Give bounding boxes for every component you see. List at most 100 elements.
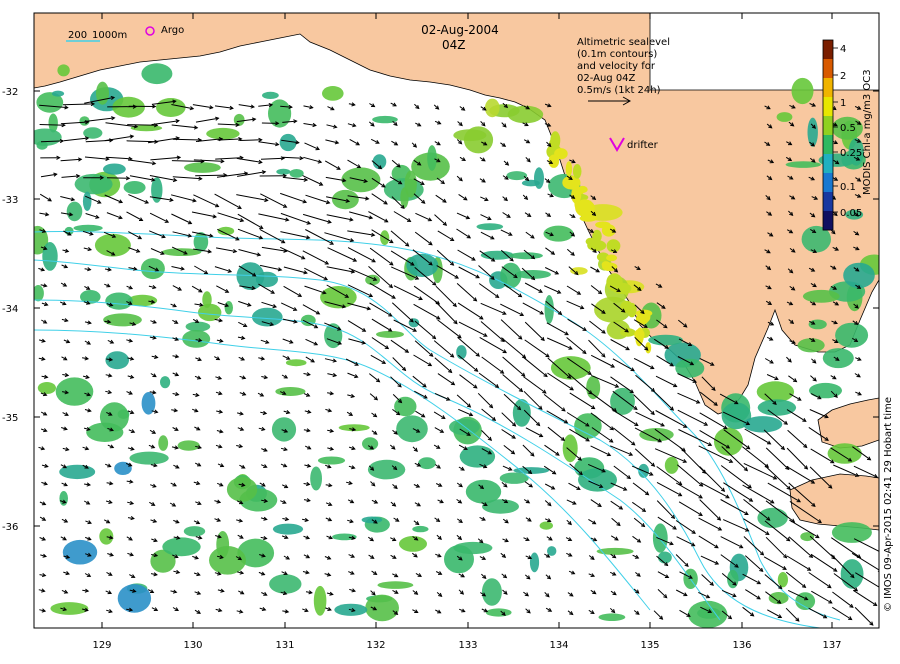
lon-tick-label: 133 xyxy=(458,640,477,651)
chl-patch xyxy=(63,540,97,565)
chl-patch xyxy=(412,526,428,532)
chl-patch xyxy=(823,348,854,368)
chl-patch xyxy=(602,261,611,268)
chl-patch xyxy=(141,63,172,84)
chl-patch xyxy=(75,174,113,194)
chl-patch xyxy=(549,155,560,168)
chl-patch xyxy=(184,526,205,536)
chl-patch xyxy=(314,586,327,616)
chl-patch xyxy=(777,112,793,122)
chl-patch xyxy=(586,376,600,399)
chl-patch xyxy=(485,99,500,118)
chl-patch xyxy=(182,330,210,348)
lat-tick-label: -33 xyxy=(2,195,18,206)
chl-patch xyxy=(103,164,126,175)
chl-patch xyxy=(540,522,553,530)
chl-patch xyxy=(658,552,672,564)
chl-patch xyxy=(83,192,92,211)
chl-patch xyxy=(578,468,617,491)
colorbar-band xyxy=(823,97,833,117)
chl-patch xyxy=(464,126,493,153)
chl-patch xyxy=(252,308,283,327)
chl-patch xyxy=(262,92,279,99)
chl-patch xyxy=(574,197,580,211)
chl-patch xyxy=(96,82,109,105)
chl-patch xyxy=(124,181,146,194)
chl-patch xyxy=(202,291,211,308)
chl-patch xyxy=(534,167,544,189)
chl-patch xyxy=(38,382,56,394)
chl-patch xyxy=(378,581,414,589)
chl-patch xyxy=(500,473,529,484)
velocity-note-line3: and velocity for xyxy=(577,61,656,72)
chl-patch xyxy=(636,328,644,345)
chl-patch xyxy=(798,338,825,352)
chl-patch xyxy=(688,601,727,628)
title-date: 02-Aug-2004 xyxy=(421,23,499,37)
chl-patch xyxy=(286,359,307,366)
colorbar-band xyxy=(823,116,833,136)
velocity-arrow xyxy=(195,175,226,176)
chl-patch xyxy=(803,290,840,303)
chl-patch xyxy=(778,572,788,587)
colorbar-band xyxy=(823,173,833,193)
chl-patch xyxy=(227,477,257,502)
colorbar-tick-label: 4 xyxy=(840,44,846,55)
chl-patch xyxy=(322,86,344,101)
chl-patch xyxy=(57,64,69,76)
chl-patch xyxy=(665,457,679,474)
chl-patch xyxy=(156,98,186,117)
chl-patch xyxy=(399,536,427,552)
chl-patch xyxy=(599,613,626,621)
velocity-note-line2: (0.1m contours) xyxy=(577,49,657,60)
lon-tick-label: 131 xyxy=(275,640,294,651)
chl-patch xyxy=(376,331,404,338)
chl-patch xyxy=(290,169,304,178)
chl-patch xyxy=(566,161,572,176)
chl-patch xyxy=(118,584,151,613)
chl-patch xyxy=(792,78,814,104)
lat-tick-label: -34 xyxy=(2,304,18,315)
chl-patch xyxy=(648,335,683,346)
chl-patch xyxy=(843,263,875,288)
colorbar-band xyxy=(823,78,833,98)
lon-tick-label: 135 xyxy=(640,640,659,651)
chl-patch xyxy=(570,267,588,275)
chl-patch xyxy=(482,578,502,606)
chl-patch xyxy=(59,491,68,506)
chl-patch xyxy=(105,293,132,310)
chl-patch xyxy=(184,162,221,173)
chl-patch xyxy=(52,91,64,97)
chl-patch xyxy=(622,284,630,295)
chl-patch xyxy=(573,164,582,179)
chl-patch xyxy=(332,190,359,209)
scale-bar-1000: 1000m xyxy=(92,30,127,41)
chl-patch xyxy=(273,524,303,535)
chl-patch xyxy=(587,240,606,251)
chl-patch xyxy=(786,161,821,168)
lon-tick-label: 137 xyxy=(822,640,841,651)
chl-patch xyxy=(606,255,617,262)
chl-patch xyxy=(841,559,864,589)
scale-bar-200: 200 xyxy=(68,30,87,41)
chl-patch xyxy=(318,457,345,465)
chl-patch xyxy=(269,574,301,594)
chl-patch xyxy=(160,376,170,388)
velocity-note-line5: 0.5m/s (1kt 24h) xyxy=(577,85,661,96)
colorbar-label: MODIS Chl-a mg/m3 OC3 xyxy=(862,69,873,195)
chl-patch xyxy=(758,399,796,415)
chl-patch xyxy=(234,114,245,126)
colorbar-band xyxy=(823,135,833,155)
colorbar-bands xyxy=(823,40,833,231)
colorbar-band xyxy=(823,59,833,79)
lat-tick-label: -32 xyxy=(2,87,18,98)
velocity-arrow xyxy=(173,139,201,140)
colorbar-band xyxy=(823,40,833,60)
chl-patch xyxy=(595,221,610,228)
chl-patch xyxy=(162,537,200,556)
chl-patch xyxy=(653,523,668,552)
chl-patch xyxy=(50,602,88,615)
colorbar-band xyxy=(823,192,833,212)
chl-patch xyxy=(67,202,83,222)
chl-patch xyxy=(365,595,399,622)
